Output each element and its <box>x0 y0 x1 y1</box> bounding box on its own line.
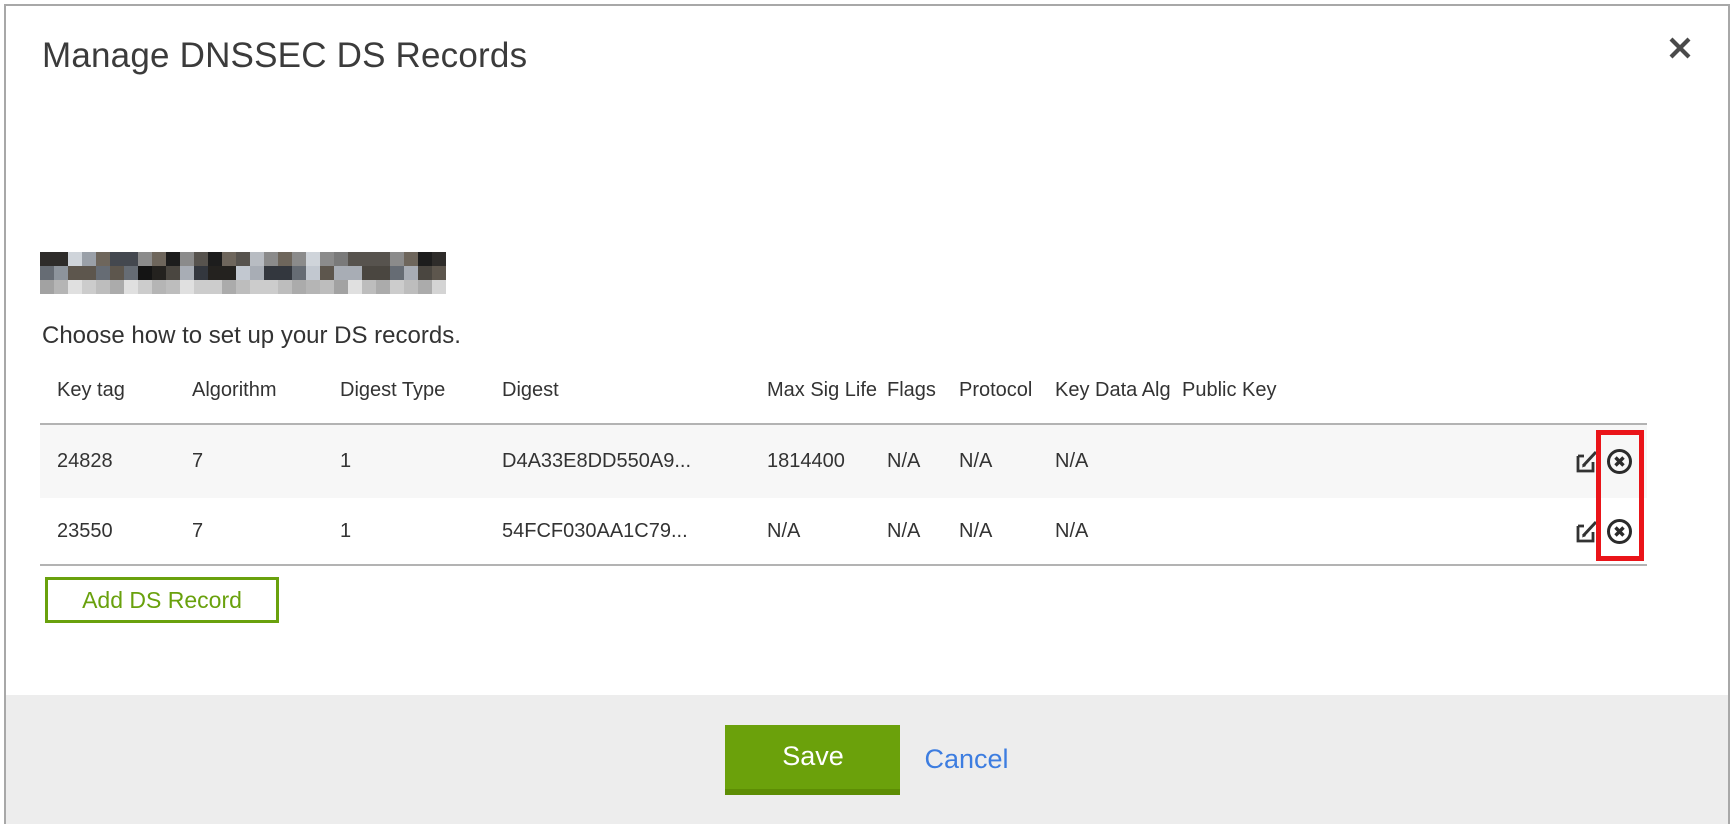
cancel-link[interactable]: Cancel <box>924 744 1008 775</box>
col-header-algorithm: Algorithm <box>192 379 340 402</box>
col-header-digest: Digest <box>502 379 767 402</box>
page-title: Manage DNSSEC DS Records <box>42 36 527 76</box>
manage-dnssec-dialog: Manage DNSSEC DS Records Choose how to s… <box>4 4 1730 824</box>
col-header-public-key: Public Key <box>1182 379 1555 402</box>
cell-key-data-alg: N/A <box>1055 520 1182 543</box>
cell-flags: N/A <box>887 450 959 473</box>
cell-flags: N/A <box>887 520 959 543</box>
table-header-row: Key tag Algorithm Digest Type Digest Max… <box>40 374 1647 423</box>
cell-algorithm: 7 <box>192 450 340 473</box>
dialog-footer: Save Cancel <box>6 695 1728 824</box>
cell-digest: 54FCF030AA1C79... <box>502 520 767 543</box>
col-header-digest-type: Digest Type <box>340 379 502 402</box>
cell-digest: D4A33E8DD550A9... <box>502 450 767 473</box>
delete-icon[interactable] <box>1606 518 1633 545</box>
cell-digest-type: 1 <box>340 450 502 473</box>
cell-protocol: N/A <box>959 450 1055 473</box>
delete-icon[interactable] <box>1606 448 1633 475</box>
cell-protocol: N/A <box>959 520 1055 543</box>
col-header-protocol: Protocol <box>959 379 1055 402</box>
table-row: 23550 7 1 54FCF030AA1C79... N/A N/A N/A … <box>40 498 1647 566</box>
cell-key-tag: 24828 <box>40 450 192 473</box>
col-header-key-tag: Key tag <box>40 379 192 402</box>
ds-records-table: Key tag Algorithm Digest Type Digest Max… <box>40 374 1647 566</box>
cell-key-tag: 23550 <box>40 520 192 543</box>
col-header-flags: Flags <box>887 379 959 402</box>
cell-key-data-alg: N/A <box>1055 450 1182 473</box>
cell-digest-type: 1 <box>340 520 502 543</box>
add-ds-record-button[interactable]: Add DS Record <box>45 577 279 623</box>
cell-max-sig-life: 1814400 <box>767 450 887 473</box>
edit-icon[interactable] <box>1574 448 1601 475</box>
edit-icon[interactable] <box>1574 518 1601 545</box>
table-row: 24828 7 1 D4A33E8DD550A9... 1814400 N/A … <box>40 423 1647 498</box>
col-header-key-data-alg: Key Data Alg <box>1055 379 1182 402</box>
instruction-text: Choose how to set up your DS records. <box>42 322 461 350</box>
col-header-max-sig-life: Max Sig Life <box>767 379 887 402</box>
cell-max-sig-life: N/A <box>767 520 887 543</box>
cell-algorithm: 7 <box>192 520 340 543</box>
close-icon[interactable] <box>1662 30 1698 66</box>
redacted-domain-name <box>40 252 446 294</box>
save-button[interactable]: Save <box>725 725 900 795</box>
